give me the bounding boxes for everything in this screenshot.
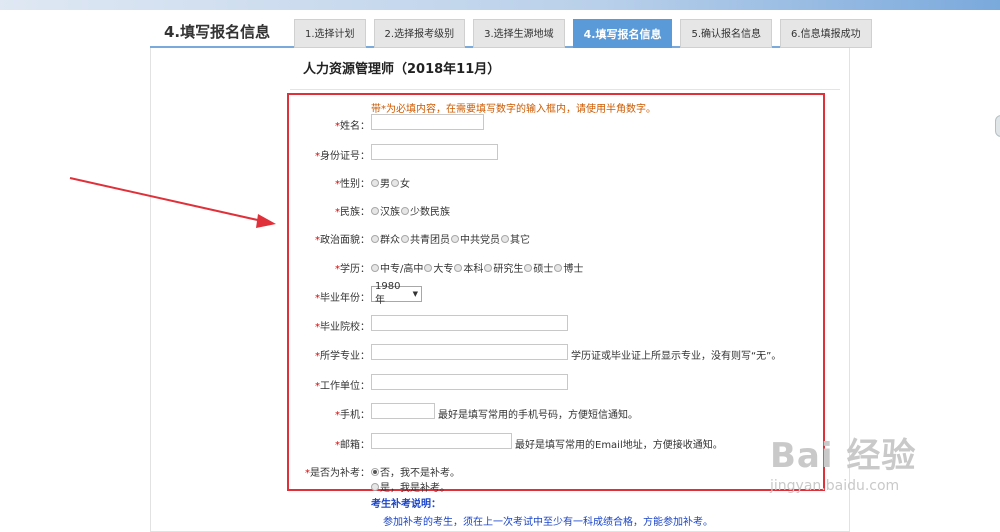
watermark-url: jingyan.baidu.com [770,478,900,494]
watermark-logo-text: Bai 经验 [770,436,917,476]
baidu-watermark: Bai 经验 jingyan.baidu.com [760,428,965,498]
